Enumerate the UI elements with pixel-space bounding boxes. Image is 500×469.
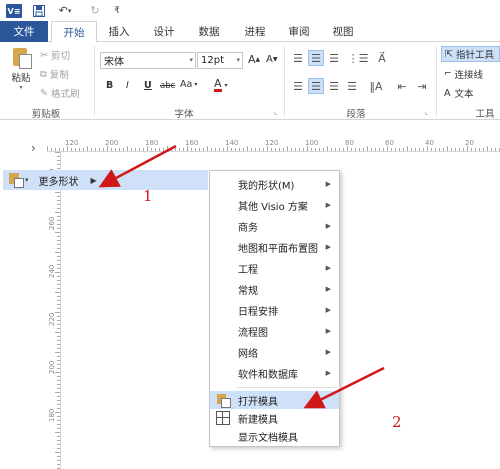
annotation-arrows: [98, 144, 385, 409]
annotation-step-2: 2: [392, 413, 402, 431]
annotation-step-1: 1: [143, 187, 153, 205]
arrow-2: [303, 366, 385, 409]
arrow-1: [98, 144, 177, 188]
